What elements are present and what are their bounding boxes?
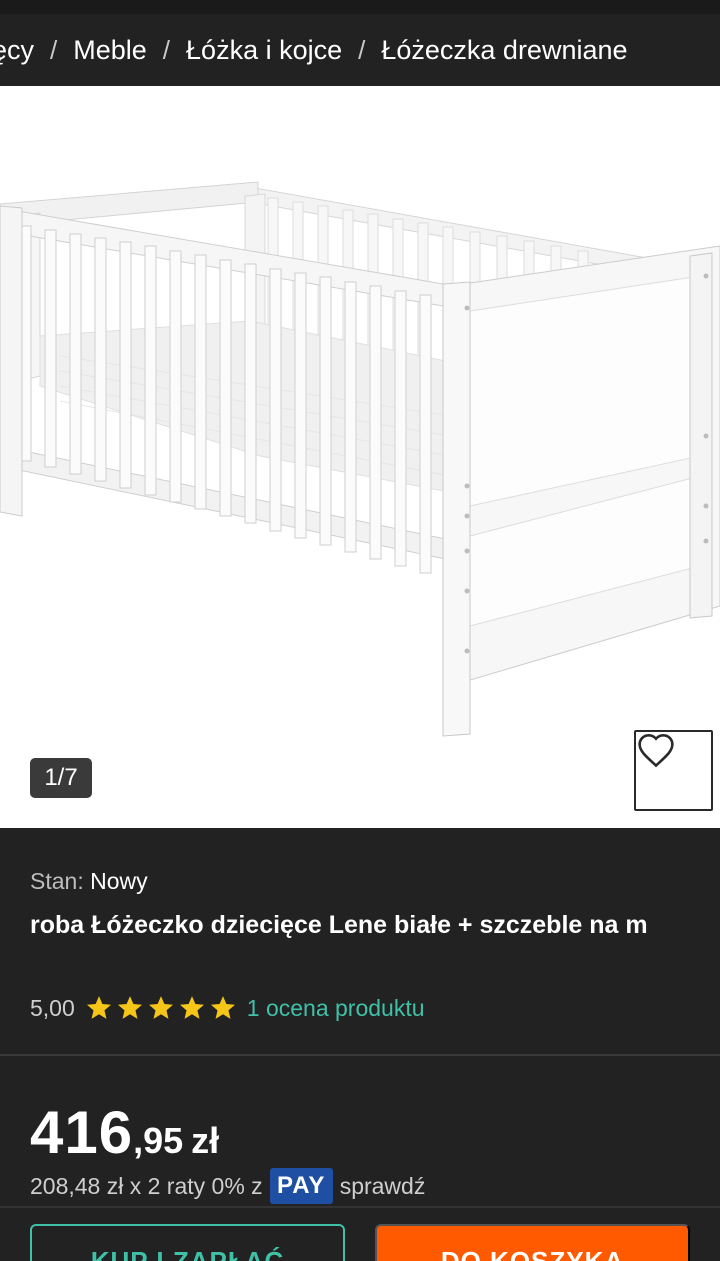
installments-info: 208,48 zł x 2 raty 0% z PAY sprawdź <box>30 1168 425 1204</box>
action-bar: KUP I ZAPŁAĆ DO KOSZYKA <box>0 1206 720 1261</box>
price-currency: zł <box>191 1120 220 1161</box>
condition-value: Nowy <box>90 868 148 894</box>
price-main: 416 <box>30 1099 134 1166</box>
star-icon <box>117 996 142 1019</box>
product-price: 416 ,95 zł <box>30 1098 219 1167</box>
pay-badge: PAY <box>269 1168 333 1204</box>
product-condition: Stan: Nowy <box>30 868 148 895</box>
breadcrumb-separator: / <box>50 34 58 65</box>
breadcrumb-item-wooden-cribs[interactable]: Łóżeczka drewniane <box>381 35 627 66</box>
favorite-button[interactable] <box>634 730 713 811</box>
price-cents: ,95 <box>133 1120 184 1161</box>
add-to-cart-button[interactable]: DO KOSZYKA <box>375 1224 690 1261</box>
rating-stars <box>85 994 237 1022</box>
product-image-crib[interactable] <box>0 86 720 828</box>
breadcrumb: ięcy / Meble / Łóżka i kojce / Łóżeczka … <box>0 14 720 86</box>
star-icon <box>86 996 111 1019</box>
reviews-link[interactable]: 1 ocena produktu <box>247 995 425 1022</box>
image-counter: 1/7 <box>30 758 92 798</box>
breadcrumb-item-beds[interactable]: Łóżka i kojce <box>186 35 342 66</box>
breadcrumb-item-furniture[interactable]: Meble <box>73 35 147 66</box>
star-icon <box>179 996 204 1019</box>
breadcrumb-separator: / <box>358 34 366 65</box>
product-rating: 5,00 1 ocena produktu <box>30 994 425 1022</box>
breadcrumb-separator: / <box>162 34 171 65</box>
condition-label: Stan: <box>30 868 84 894</box>
status-strip <box>0 0 720 14</box>
star-icon <box>210 996 235 1019</box>
rating-value: 5,00 <box>30 994 75 1021</box>
product-gallery[interactable]: 1/7 <box>0 86 720 828</box>
section-divider <box>0 1054 720 1056</box>
installments-check-link[interactable]: sprawdź <box>340 1173 426 1200</box>
product-info: Stan: Nowy roba Łóżeczko dziecięce Lene … <box>0 828 720 1055</box>
breadcrumb-item-baby[interactable]: ięcy <box>0 35 34 66</box>
star-icon <box>148 996 173 1019</box>
product-title: roba Łóżeczko dziecięce Lene białe + szc… <box>30 911 648 939</box>
installments-text: 208,48 zł x 2 raty 0% z <box>30 1172 263 1199</box>
product-page: ięcy / Meble / Łóżka i kojce / Łóżeczka … <box>0 0 720 1261</box>
heart-outline-icon <box>638 733 674 768</box>
buy-now-button[interactable]: KUP I ZAPŁAĆ <box>30 1224 345 1261</box>
